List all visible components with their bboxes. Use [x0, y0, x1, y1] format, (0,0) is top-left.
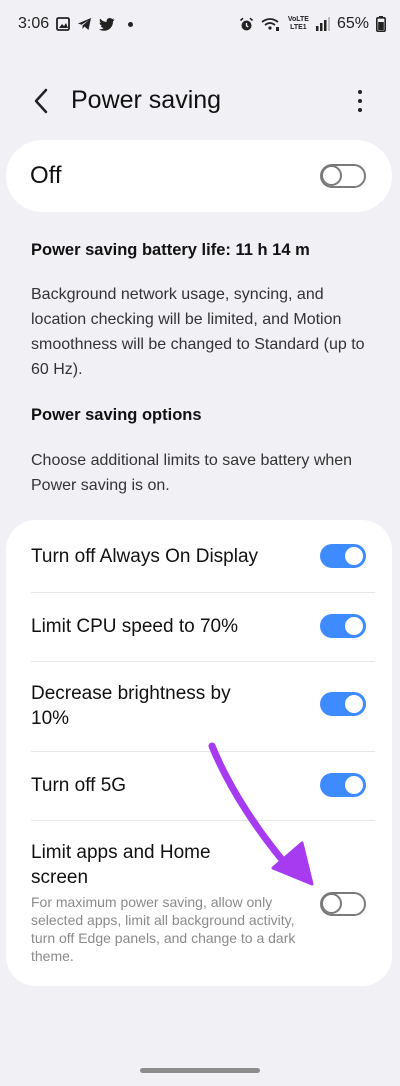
back-arrow-icon [34, 88, 48, 114]
alarm-icon [239, 17, 254, 32]
more-notifications-dot [128, 21, 134, 27]
master-switch-card[interactable]: Off [6, 140, 392, 212]
options-description: Choose additional limits to save battery… [31, 452, 353, 494]
battery-icon [376, 16, 386, 32]
signal-icon [315, 17, 330, 31]
decrease-brightness-toggle[interactable] [320, 692, 366, 716]
option-row-limit-cpu[interactable]: Limit CPU speed to 70% [6, 592, 392, 660]
battery-percent: 65% [336, 15, 369, 32]
annotation-arrow-icon [208, 742, 314, 886]
more-dot-icon [358, 90, 362, 94]
option-label: Turn off Always On Display [31, 546, 259, 567]
back-button[interactable] [26, 84, 56, 118]
always-on-display-toggle[interactable] [320, 544, 366, 568]
volte-tag: VoLTE [287, 16, 309, 23]
option-label: Decrease brightness by 10% [31, 683, 231, 729]
toggle-knob [343, 545, 365, 567]
network-type-indicator: VoLTE LTE1 [288, 16, 309, 32]
more-dot-icon [358, 108, 362, 112]
battery-life-text: Power saving battery life: 11 h 14 m [31, 241, 310, 259]
app-bar: Power saving [0, 66, 400, 136]
limit-cpu-toggle[interactable] [320, 614, 366, 638]
power-saving-description: Background network usage, syncing, and l… [31, 286, 365, 378]
more-options-button[interactable] [350, 84, 370, 118]
toggle-knob [343, 774, 365, 796]
lte-tag: LTE1 [290, 24, 307, 31]
status-left: 3:06 [18, 15, 134, 33]
status-right: VoLTE LTE1 65% [239, 15, 386, 33]
wifi-calling-icon [261, 17, 281, 32]
gallery-notification-icon [56, 17, 71, 31]
master-switch-label: Off [30, 162, 62, 189]
more-dot-icon [358, 99, 362, 103]
twitter-notification-icon [99, 17, 115, 31]
toggle-knob [343, 693, 365, 715]
option-row-always-on-display[interactable]: Turn off Always On Display [6, 520, 392, 592]
telegram-notification-icon [77, 17, 92, 31]
option-row-decrease-brightness[interactable]: Decrease brightness by 10% [6, 661, 392, 751]
page-title: Power saving [71, 86, 222, 114]
gesture-navigation-handle[interactable] [140, 1068, 260, 1073]
toggle-knob [321, 165, 342, 186]
status-time: 3:06 [18, 15, 50, 32]
options-heading: Power saving options [31, 406, 202, 424]
toggle-knob [343, 615, 365, 637]
status-bar: 3:06 VoLTE LTE1 65% [0, 0, 400, 48]
power-saving-toggle[interactable] [320, 164, 366, 188]
option-description: For maximum power saving, allow only sel… [31, 894, 296, 964]
option-label: Limit CPU speed to 70% [31, 616, 238, 637]
